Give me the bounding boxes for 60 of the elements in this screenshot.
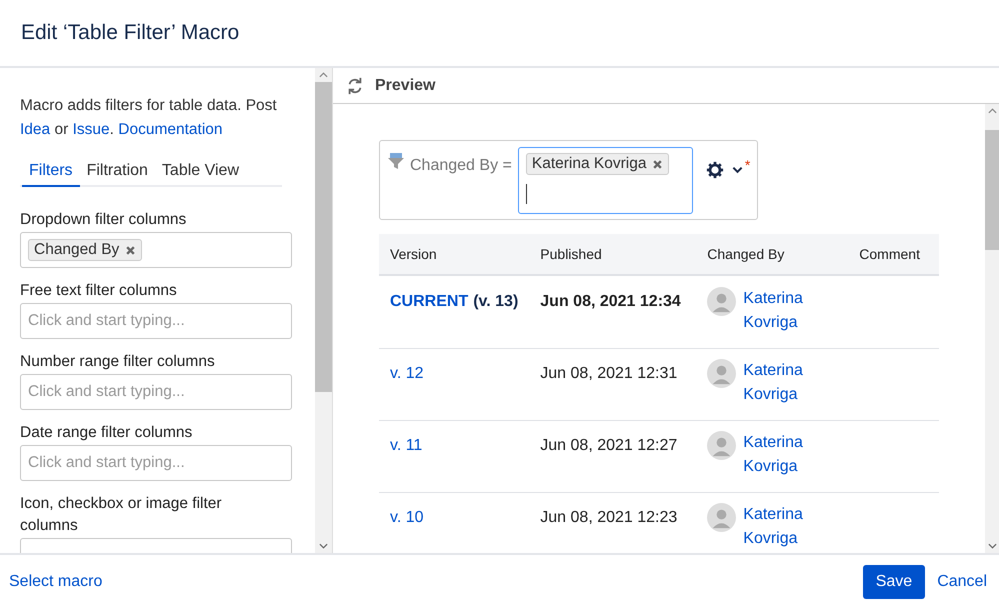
column-header: Comment xyxy=(848,234,939,275)
settings-icon[interactable] xyxy=(706,161,724,179)
version-link[interactable]: v. 12 xyxy=(390,365,424,382)
tab[interactable]: Table View xyxy=(154,158,246,187)
avatar-icon xyxy=(707,287,736,316)
published-date: Jun 08, 2021 12:34 xyxy=(540,293,681,310)
tag: Katerina Kovriga xyxy=(526,153,670,175)
dialog-title: Edit ‘Table Filter’ Macro xyxy=(21,21,240,45)
preview-title: Preview xyxy=(375,76,436,94)
user-link[interactable]: Katerina Kovriga xyxy=(743,287,814,335)
avatar-icon xyxy=(707,503,736,532)
published-date: Jun 08, 2021 12:23 xyxy=(540,509,678,526)
scroll-down-icon[interactable] xyxy=(319,543,328,549)
tab[interactable]: Filters xyxy=(22,158,80,187)
tab[interactable]: Filtration xyxy=(80,158,155,187)
version-number: (v. 13) xyxy=(473,293,518,310)
version-link[interactable]: CURRENT xyxy=(390,293,468,310)
remove-icon[interactable] xyxy=(652,158,664,170)
description-text: Macro adds filters for table data. Post Idea or Issue. Documentation xyxy=(20,96,278,140)
user-link[interactable]: Katerina Kovriga xyxy=(743,359,814,407)
remove-icon[interactable] xyxy=(125,244,136,256)
user-link[interactable]: Katerina Kovriga xyxy=(743,431,814,479)
column-header: Version xyxy=(379,234,530,275)
published-date: Jun 08, 2021 12:31 xyxy=(540,365,678,382)
field-label: Free text filter columns xyxy=(20,281,178,301)
placeholder-text: Click and start typing... xyxy=(28,383,185,401)
select-macro-link[interactable]: Select macro xyxy=(9,573,102,591)
field-label: Date range filter columns xyxy=(20,423,194,443)
scroll-up-icon[interactable] xyxy=(319,72,328,78)
placeholder-text: Click and start typing... xyxy=(28,454,185,472)
cancel-button[interactable]: Cancel xyxy=(935,565,989,599)
save-button[interactable]: Save xyxy=(862,565,926,599)
placeholder-text: Click and start typing... xyxy=(28,312,185,330)
column-header: Published xyxy=(529,234,696,275)
avatar-icon xyxy=(707,431,736,460)
published-date: Jun 08, 2021 12:27 xyxy=(540,437,678,454)
required-mark: * xyxy=(744,157,750,173)
filter-label: Changed By = xyxy=(410,157,512,175)
version-link[interactable]: v. 11 xyxy=(390,437,422,454)
field-label: Dropdown filter columns xyxy=(20,210,188,230)
refresh-icon[interactable] xyxy=(346,76,364,94)
column-header: Changed By xyxy=(696,234,848,275)
description-link[interactable]: Issue xyxy=(72,121,110,138)
scroll-up-icon[interactable] xyxy=(988,108,996,114)
field-label: Icon, checkbox or image filter columns xyxy=(20,494,223,536)
input-field[interactable]: Changed By xyxy=(20,232,292,268)
version-link[interactable]: v. 10 xyxy=(390,509,424,526)
scroll-down-icon[interactable] xyxy=(988,543,996,549)
text-cursor xyxy=(526,184,527,204)
field-label: Number range filter columns xyxy=(20,352,216,372)
filter-input[interactable]: Katerina Kovriga xyxy=(518,147,693,214)
avatar-icon xyxy=(707,359,736,388)
description-link[interactable]: Idea xyxy=(20,121,50,138)
scrollbar[interactable] xyxy=(985,104,999,553)
scrollbar[interactable] xyxy=(315,68,332,553)
funnel-icon xyxy=(387,152,405,170)
user-link[interactable]: Katerina Kovriga xyxy=(743,503,814,551)
tag: Changed By xyxy=(28,239,142,261)
chevron-down-icon[interactable] xyxy=(732,166,743,174)
description-link[interactable]: Documentation xyxy=(118,121,223,138)
